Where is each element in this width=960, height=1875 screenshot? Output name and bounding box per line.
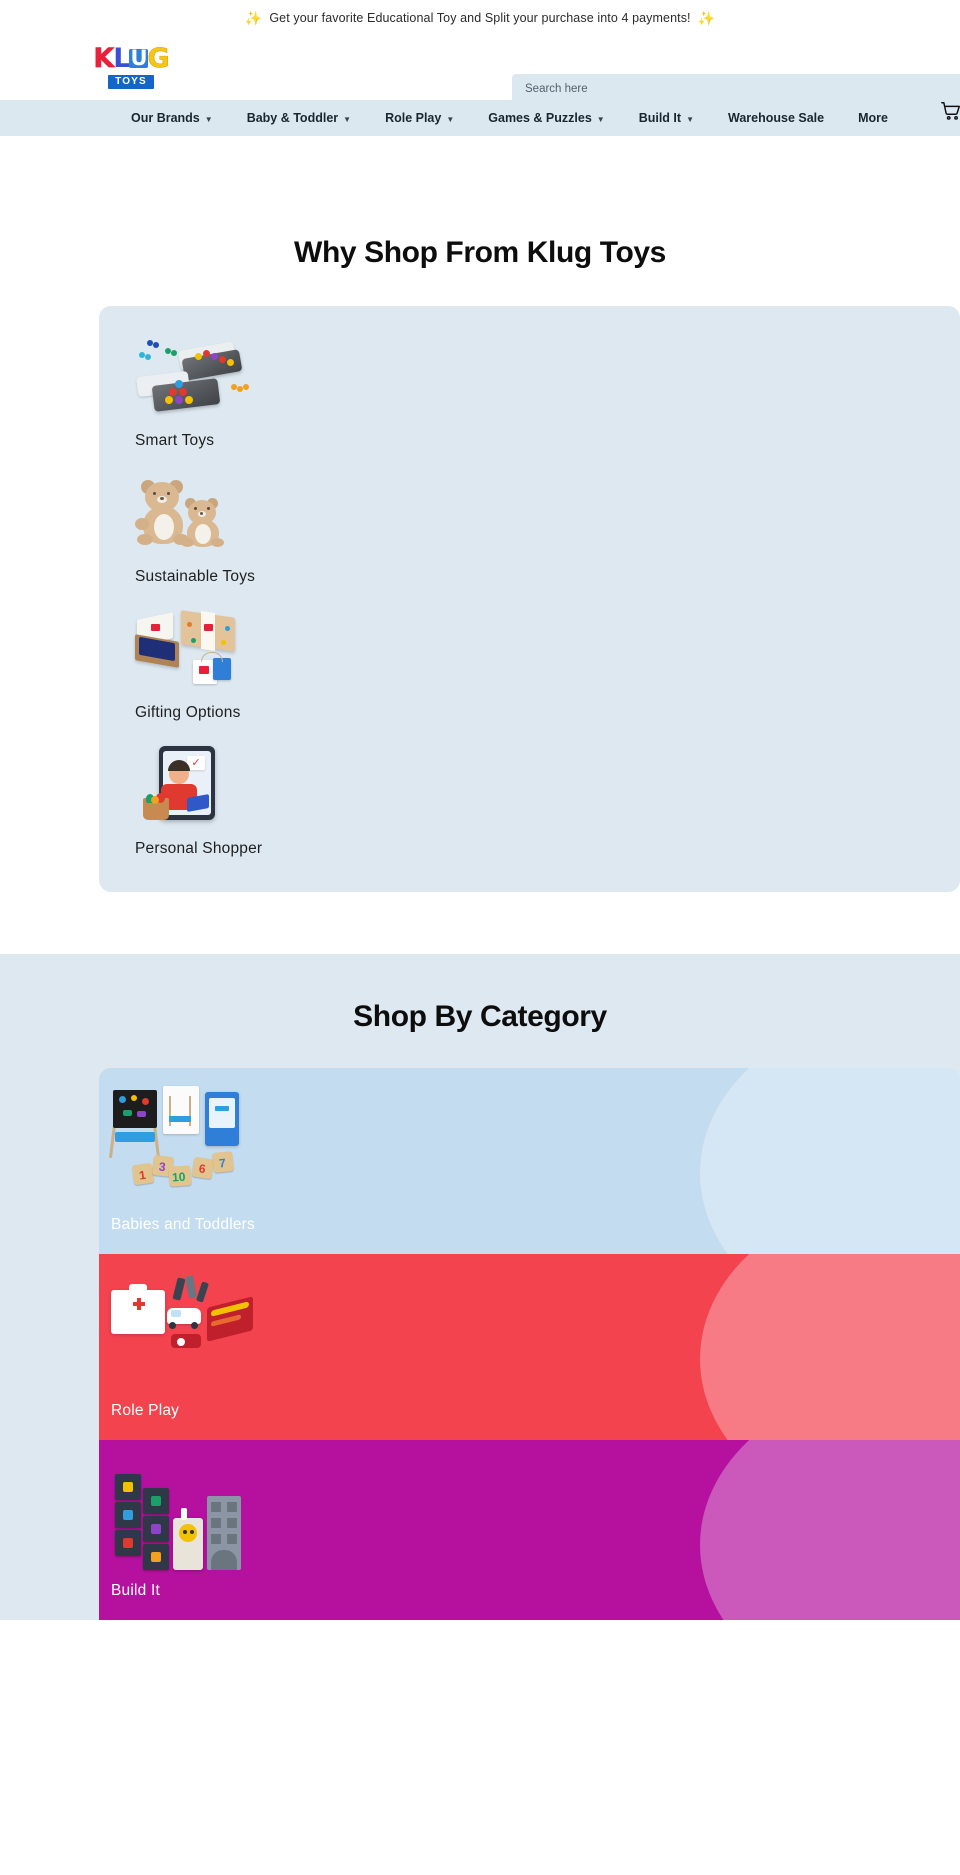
doctor-kit-icon xyxy=(111,1272,291,1384)
category-label: Build It xyxy=(111,1582,160,1599)
logo-letter-u: U xyxy=(129,46,148,71)
chevron-down-icon: ▼ xyxy=(596,114,605,124)
feature-smart-toys[interactable]: Smart Toys xyxy=(99,336,960,450)
chevron-down-icon: ▼ xyxy=(343,114,352,124)
feature-label: Smart Toys xyxy=(135,432,215,449)
logo-subtitle: TOYS xyxy=(108,74,154,89)
feature-personal-shopper[interactable]: ✓ Personal Shopper xyxy=(99,744,960,858)
logo[interactable]: K L U G TOYS xyxy=(93,45,170,89)
cart-button[interactable] xyxy=(938,98,960,124)
sparkle-left-icon: ✨ xyxy=(244,10,263,26)
main-navigation: Our Brands ▼ Baby & Toddler ▼ Role Play … xyxy=(0,100,960,136)
logo-wordmark: K L U G xyxy=(93,43,170,75)
shop-by-category-title: Shop By Category xyxy=(353,1000,607,1033)
nav-label: Warehouse Sale xyxy=(727,111,825,125)
chevron-down-icon: ▼ xyxy=(446,114,455,124)
why-shop-title: Why Shop From Klug Toys xyxy=(294,236,666,269)
logo-letter-g: G xyxy=(147,43,170,75)
nav-item-our-brands[interactable]: Our Brands ▼ xyxy=(131,111,213,125)
category-label: Role Play xyxy=(111,1402,180,1419)
feature-label: Personal Shopper xyxy=(135,840,263,857)
puzzle-game-icon xyxy=(135,336,255,418)
logo-letter-l: L xyxy=(113,43,130,75)
category-label: Babies and Toddlers xyxy=(111,1216,255,1233)
why-shop-card: Smart Toys Sustainable Toys Gifting Opti… xyxy=(99,306,960,892)
site-header: K L U G TOYS xyxy=(0,36,960,120)
shop-by-category-section: Shop By Category 1 3 10 6 7 Babies and T… xyxy=(0,954,960,1620)
promo-banner: ✨ Get your favorite Educational Toy and … xyxy=(0,0,960,36)
page-root: ✨ Get your favorite Educational Toy and … xyxy=(0,0,960,1620)
shopping-cart-icon xyxy=(941,102,960,120)
chevron-down-icon: ▼ xyxy=(204,114,213,124)
nav-label: Games & Puzzles xyxy=(488,111,592,125)
search-input[interactable] xyxy=(512,74,960,104)
category-card-role-play[interactable]: Role Play xyxy=(99,1254,960,1440)
feature-label: Sustainable Toys xyxy=(135,568,256,585)
decorative-blob xyxy=(700,1440,960,1620)
why-shop-section: Why Shop From Klug Toys Smart Toys Susta… xyxy=(0,136,960,892)
gift-boxes-icon xyxy=(135,608,255,690)
easel-numbers-icon: 1 3 10 6 7 xyxy=(108,1086,291,1198)
decorative-blob xyxy=(700,1068,960,1254)
building-blocks-icon xyxy=(111,1458,291,1570)
nav-label: More xyxy=(858,111,888,125)
nav-item-warehouse-sale[interactable]: Warehouse Sale xyxy=(728,111,824,125)
nav-item-games-and-puzzles[interactable]: Games & Puzzles ▼ xyxy=(488,111,604,125)
nav-label: Build It xyxy=(638,111,682,125)
nav-label: Role Play xyxy=(385,111,442,125)
chevron-down-icon: ▼ xyxy=(686,114,694,124)
feature-sustainable-toys[interactable]: Sustainable Toys xyxy=(99,472,960,586)
feature-gifting-options[interactable]: Gifting Options xyxy=(99,608,960,722)
category-card-build-it[interactable]: Build It xyxy=(99,1440,960,1620)
nav-item-baby-and-toddler[interactable]: Baby & Toddler ▼ xyxy=(247,111,351,125)
nav-label: Baby & Toddler xyxy=(246,111,339,125)
decorative-blob xyxy=(700,1254,960,1440)
category-card-babies-and-toddlers[interactable]: 1 3 10 6 7 Babies and Toddlers xyxy=(99,1068,960,1254)
promo-text: Get your favorite Educational Toy and Sp… xyxy=(269,11,691,25)
wooden-bears-icon xyxy=(135,472,255,554)
sparkle-right-icon: ✨ xyxy=(697,10,716,26)
logo-letter-k: K xyxy=(93,43,115,75)
nav-label: Our Brands xyxy=(131,111,200,125)
feature-label: Gifting Options xyxy=(135,704,241,721)
nav-item-build-it[interactable]: Build It ▼ xyxy=(639,111,694,125)
category-card-list: 1 3 10 6 7 Babies and Toddlers Role Play… xyxy=(0,1068,960,1620)
personal-shopper-icon: ✓ xyxy=(135,744,255,826)
nav-item-more[interactable]: More xyxy=(858,111,888,125)
search-container xyxy=(512,74,960,104)
nav-item-role-play[interactable]: Role Play ▼ xyxy=(385,111,454,125)
